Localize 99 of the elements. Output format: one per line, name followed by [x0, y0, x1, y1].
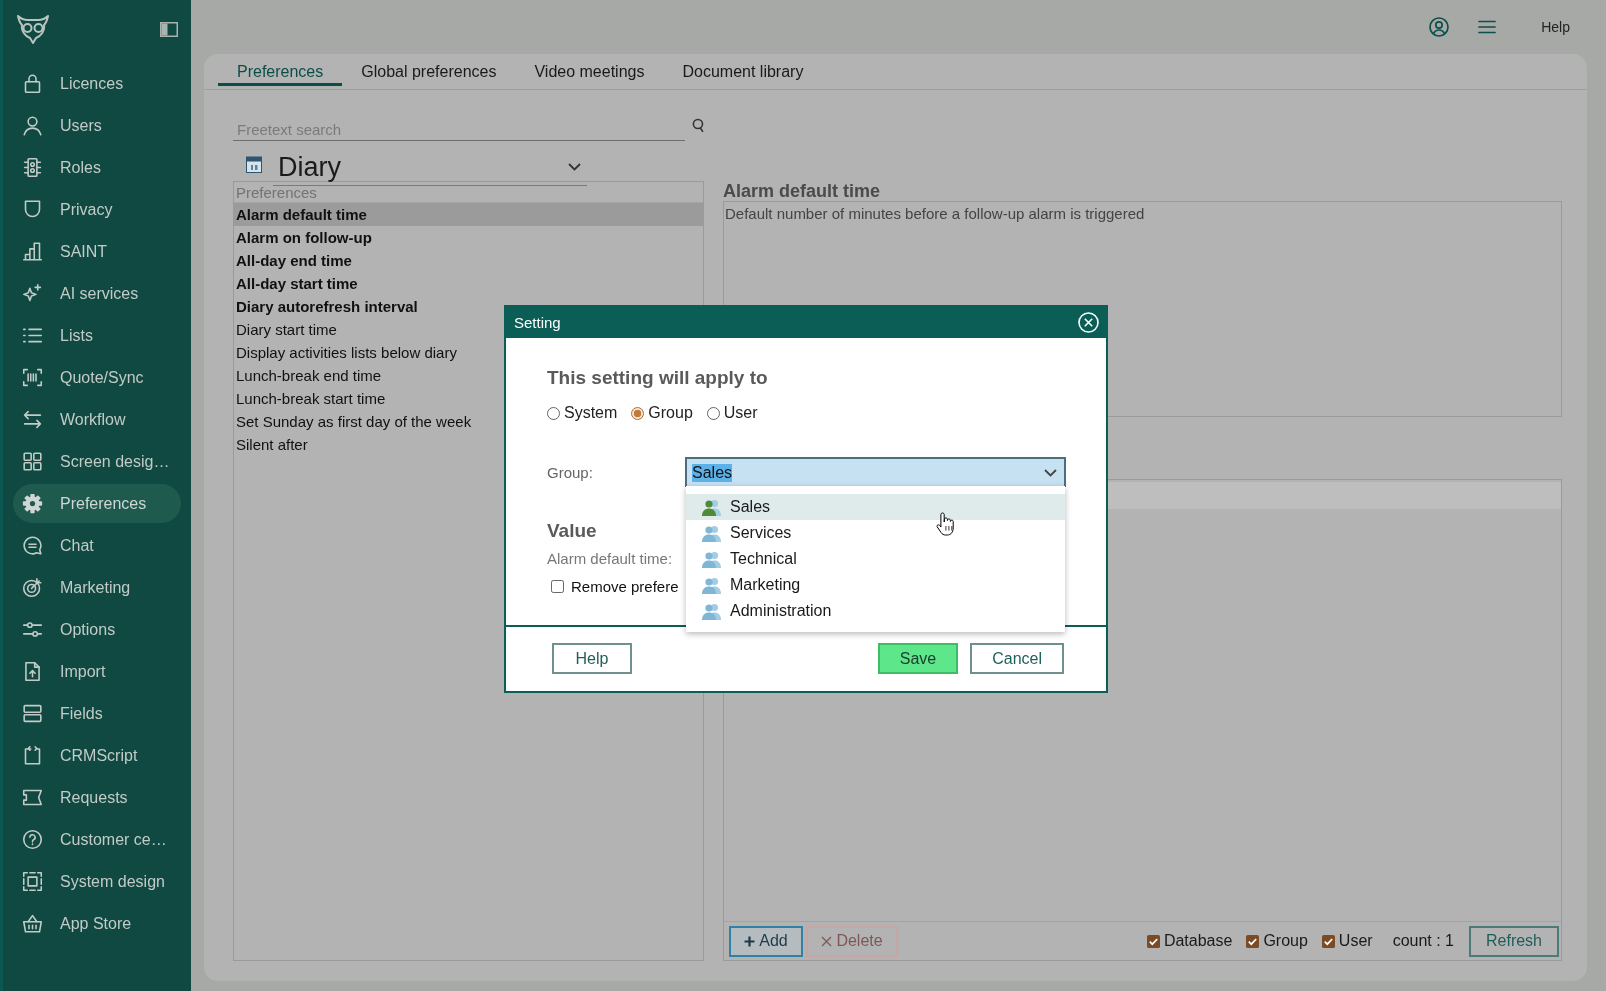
gear-icon [22, 493, 43, 514]
calendar-icon [246, 156, 262, 173]
menu-icon[interactable] [1478, 20, 1497, 34]
list-item[interactable]: All-day start time [234, 272, 703, 295]
sidebar-item[interactable]: Import [13, 652, 181, 691]
checkbox-label: Database [1163, 932, 1233, 950]
checkbox[interactable] [1321, 934, 1335, 948]
help-icon [22, 829, 43, 850]
user-circle-icon[interactable] [1429, 17, 1450, 37]
list-item[interactable]: All-day end time [234, 249, 703, 272]
tab[interactable]: Preferences [218, 62, 343, 86]
list-item[interactable]: Alarm default time [234, 203, 703, 226]
add-button[interactable]: Add [729, 925, 803, 957]
radio-button[interactable] [706, 406, 720, 420]
tab[interactable]: Video meetings [515, 62, 664, 86]
lock-icon [22, 73, 43, 94]
field-label: Group: [547, 463, 594, 481]
user-icon [22, 115, 43, 136]
shield-icon [22, 199, 43, 220]
chevron-down-icon [1044, 468, 1057, 477]
dialog-title: Setting [514, 314, 561, 331]
code-file-icon [22, 745, 43, 766]
checkbox-label: User [1338, 932, 1373, 950]
group-select[interactable]: Sales [685, 457, 1066, 487]
owl-logo[interactable] [16, 14, 50, 44]
checkbox[interactable] [1246, 934, 1260, 948]
sidebar-toggle-icon[interactable] [160, 21, 178, 37]
sidebar-item[interactable]: CRMScript [13, 736, 181, 775]
radio-button[interactable] [631, 406, 645, 420]
count-label: count : 1 [1392, 932, 1454, 950]
category-select[interactable]: Diary [273, 149, 587, 186]
sidebar-item[interactable]: Customer ce… [13, 820, 181, 859]
people-icon [702, 550, 721, 568]
traffic-light-icon [22, 157, 43, 178]
checkbox-label: Group [1263, 932, 1308, 950]
grid-icon [22, 451, 43, 472]
sidebar-item[interactable]: Lists [13, 316, 181, 355]
people-icon [702, 524, 721, 542]
sidebar-item[interactable]: Chat [13, 526, 181, 565]
sidebar-item[interactable]: Preferences [13, 484, 181, 523]
sidebar-item[interactable]: SAINT [13, 232, 181, 271]
chat-icon [22, 535, 43, 556]
sidebar-item[interactable]: Fields [13, 694, 181, 733]
people-icon [702, 576, 721, 594]
sidebar-item[interactable]: Privacy [13, 190, 181, 229]
tab[interactable]: Document library [663, 62, 823, 86]
people-icon [702, 498, 721, 516]
close-icon[interactable] [1078, 312, 1099, 333]
detail-title: Alarm default time [723, 182, 881, 201]
dialog-button[interactable]: Help [552, 643, 632, 674]
save-button[interactable]: Save [877, 643, 959, 674]
sidebar-item[interactable]: Options [13, 610, 181, 649]
target-icon [22, 577, 43, 598]
bar-chart-icon [22, 241, 43, 262]
file-upload-icon [22, 661, 43, 682]
sidebar-item[interactable]: System design [13, 862, 181, 901]
sliders-icon [22, 619, 43, 640]
hand-cursor-icon [936, 512, 956, 536]
sidebar-item[interactable]: Screen desig… [13, 442, 181, 481]
sidebar-item[interactable]: Roles [13, 148, 181, 187]
dropdown-option[interactable]: Technical [686, 546, 1065, 572]
section-heading: Value [547, 519, 597, 543]
sparkle-icon [22, 283, 43, 304]
swap-arrows-icon [22, 409, 43, 430]
radio-label: System [564, 404, 618, 422]
ticket-icon [22, 787, 43, 808]
chevron-down-icon [568, 163, 581, 171]
dashed-frame-icon [22, 871, 43, 892]
search-icon[interactable] [692, 118, 704, 133]
dropdown-option[interactable]: Sales [686, 494, 1065, 520]
list-item[interactable]: Alarm on follow-up [234, 226, 703, 249]
sidebar-item[interactable]: Licences [13, 64, 181, 103]
sidebar-item[interactable]: Users [13, 106, 181, 145]
plus-icon [744, 935, 756, 947]
basket-icon [22, 913, 43, 934]
sidebar-item[interactable]: App Store [13, 904, 181, 943]
sidebar-item[interactable]: Requests [13, 778, 181, 817]
help-link[interactable]: Help [1541, 19, 1570, 35]
stacked-rows-icon [22, 703, 43, 724]
search-field[interactable]: Freetext search [233, 118, 686, 141]
radio-label: Group [648, 404, 693, 422]
people-icon [702, 602, 721, 620]
tab[interactable]: Global preferences [342, 62, 516, 86]
dropdown-option[interactable]: Services [686, 520, 1065, 546]
refresh-button[interactable]: Refresh [1469, 925, 1559, 957]
barcode-icon [22, 367, 43, 388]
radio-button[interactable] [547, 406, 560, 420]
dropdown-option[interactable]: Administration [686, 598, 1065, 624]
x-icon [821, 935, 833, 947]
dropdown-option[interactable]: Marketing [686, 572, 1065, 598]
field-label: Alarm default time: [547, 549, 673, 569]
checkbox[interactable] [551, 579, 564, 593]
sidebar-item[interactable]: Workflow [13, 400, 181, 439]
dialog-button[interactable]: Cancel [970, 643, 1064, 674]
checkbox[interactable] [1146, 934, 1160, 948]
sidebar-item[interactable]: Quote/Sync [13, 358, 181, 397]
sidebar-item[interactable]: AI services [13, 274, 181, 313]
sidebar-item[interactable]: Marketing [13, 568, 181, 607]
checkbox-label: Remove prefere [571, 577, 679, 595]
